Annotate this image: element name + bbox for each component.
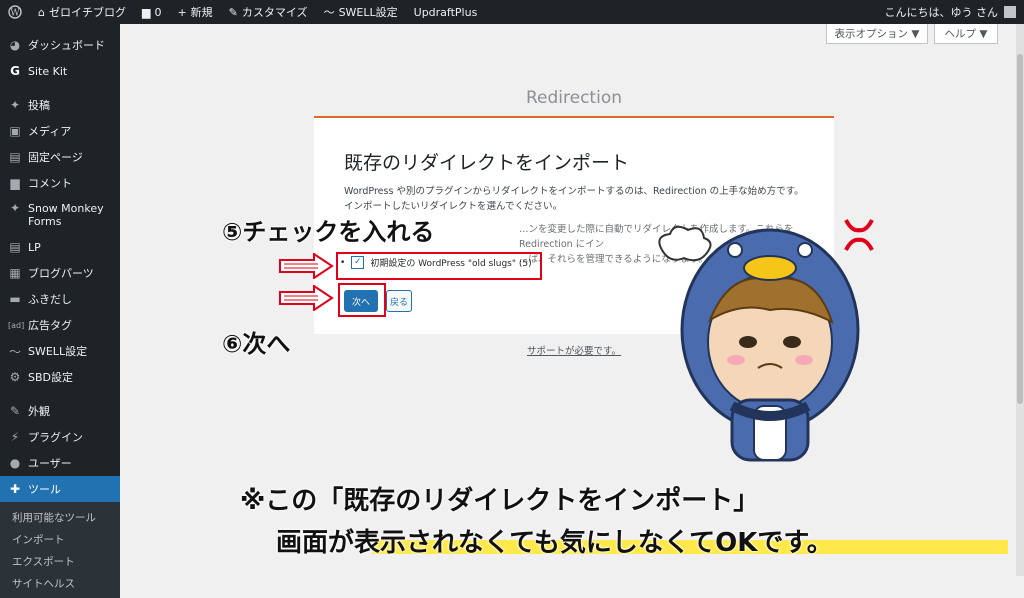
sidebar-item-plugins[interactable]: ⚡プラグイン	[0, 424, 120, 450]
page-icon: ▤	[8, 150, 22, 164]
customize-link[interactable]: ✎ カスタマイズ	[221, 0, 316, 24]
sidebar-item-swell-settings[interactable]: 〜SWELL設定	[0, 338, 120, 364]
note-line-2: 画面が表示されなくても気にしなくてOKです。	[276, 522, 833, 559]
sidebar-item-posts[interactable]: ✦投稿	[0, 92, 120, 118]
submenu-site-health[interactable]: サイトヘルス	[0, 572, 120, 594]
card-heading: 既存のリダイレクトをインポート	[344, 148, 629, 175]
avatar	[1004, 6, 1016, 18]
brush-icon: ✎	[8, 404, 22, 418]
sidebar-item-media[interactable]: ▣メディア	[0, 118, 120, 144]
site-name-link[interactable]: ⌂ ゼロイチブログ	[30, 0, 134, 24]
wrench-icon: ✚	[8, 482, 22, 496]
sidebar-item-pages[interactable]: ▤固定ページ	[0, 144, 120, 170]
sidebar-item-sbd-settings[interactable]: ⚙SBD設定	[0, 364, 120, 390]
sidebar-item-lp[interactable]: ▤LP	[0, 234, 120, 260]
dashboard-icon: ◕	[8, 38, 22, 52]
user-icon: ●	[8, 456, 22, 470]
sidebar-item-sitekit[interactable]: GSite Kit	[0, 58, 120, 84]
gear-icon: ⚙	[8, 370, 22, 384]
arrow-right-icon	[278, 253, 334, 279]
sidebar-item-appearance[interactable]: ✎外観	[0, 398, 120, 424]
admin-sidebar: ◕ダッシュボード GSite Kit ✦投稿 ▣メディア ▤固定ページ ▆コメン…	[0, 24, 120, 576]
plugin-icon: ⚡	[8, 430, 22, 444]
greeting-label: こんにちは、ゆう さん	[885, 4, 999, 20]
site-name-label: ゼロイチブログ	[49, 4, 126, 20]
page-scrollbar[interactable]	[1016, 24, 1024, 576]
sidebar-item-comments[interactable]: ▆コメント	[0, 170, 120, 196]
plugin-title: Redirection	[314, 88, 834, 108]
arrow-right-icon	[278, 285, 334, 311]
page-icon: ▤	[8, 240, 22, 254]
home-icon: ⌂	[38, 6, 45, 19]
sidebar-item-ad-tags[interactable]: [ad]広告タグ	[0, 312, 120, 338]
sitekit-icon: G	[8, 64, 22, 78]
pin-icon: ✦	[8, 98, 22, 112]
pin-icon: ✦	[8, 202, 22, 215]
wordpress-logo-icon[interactable]: W	[0, 0, 30, 24]
submenu-import[interactable]: インポート	[0, 528, 120, 550]
sidebar-item-dashboard[interactable]: ◕ダッシュボード	[0, 32, 120, 58]
comments-link[interactable]: ▆ 0	[134, 0, 169, 24]
swell-label: SWELL設定	[339, 4, 398, 20]
sidebar-item-tools[interactable]: ✚ツール	[0, 476, 120, 502]
plus-icon: +	[177, 6, 186, 19]
customize-label: カスタマイズ	[242, 4, 308, 20]
annotation-box-checkbox	[336, 252, 542, 280]
sidebar-item-blog-parts[interactable]: ▦ブログパーツ	[0, 260, 120, 286]
sidebar-item-balloon[interactable]: ▬ふきだし	[0, 286, 120, 312]
annotation-box-next	[338, 283, 386, 317]
comments-count: 0	[154, 6, 161, 19]
scrollbar-thumb[interactable]	[1017, 54, 1023, 404]
back-button[interactable]: 戻る	[386, 290, 412, 312]
sidebar-item-users[interactable]: ●ユーザー	[0, 450, 120, 476]
balloon-icon: ▬	[8, 292, 22, 306]
annotation-step5: ⑤チェックを入れる	[222, 212, 434, 247]
help-button[interactable]: ヘルプ ▼	[934, 24, 998, 44]
new-label: 新規	[191, 4, 213, 20]
new-content-link[interactable]: + 新規	[169, 0, 220, 24]
submenu-available-tools[interactable]: 利用可能なツール	[0, 506, 120, 528]
brush-icon: ✎	[229, 6, 238, 19]
swell-settings-link[interactable]: 〜 SWELL設定	[316, 0, 406, 24]
comment-icon: ▆	[142, 6, 150, 19]
submenu-export[interactable]: エクスポート	[0, 550, 120, 572]
tools-submenu: 利用可能なツール インポート エクスポート サイトヘルス	[0, 502, 120, 598]
note-line-1: ※この「既存のリダイレクトをインポート」	[240, 480, 759, 517]
media-icon: ▣	[8, 124, 22, 138]
updraftplus-link[interactable]: UpdraftPlus	[406, 0, 486, 24]
support-link[interactable]: サポートが必要です。	[527, 343, 621, 357]
svg-text:W: W	[10, 9, 20, 19]
blocks-icon: ▦	[8, 266, 22, 280]
updraft-label: UpdraftPlus	[414, 6, 478, 19]
ad-icon: [ad]	[8, 321, 22, 330]
admin-bar: W ⌂ ゼロイチブログ ▆ 0 + 新規 ✎ カスタマイズ 〜 SWELL設定 …	[0, 0, 1024, 24]
screen-options-button[interactable]: 表示オプション ▼	[826, 24, 928, 44]
account-menu[interactable]: こんにちは、ゆう さん	[885, 4, 1024, 20]
mascot-illustration	[640, 210, 900, 470]
annotation-step6: ⑥次へ	[222, 324, 290, 359]
swell-icon: 〜	[324, 4, 335, 20]
comment-icon: ▆	[8, 176, 22, 190]
swell-icon: 〜	[8, 343, 22, 360]
sidebar-item-snow-monkey-forms[interactable]: ✦Snow Monkey Forms	[0, 196, 120, 234]
